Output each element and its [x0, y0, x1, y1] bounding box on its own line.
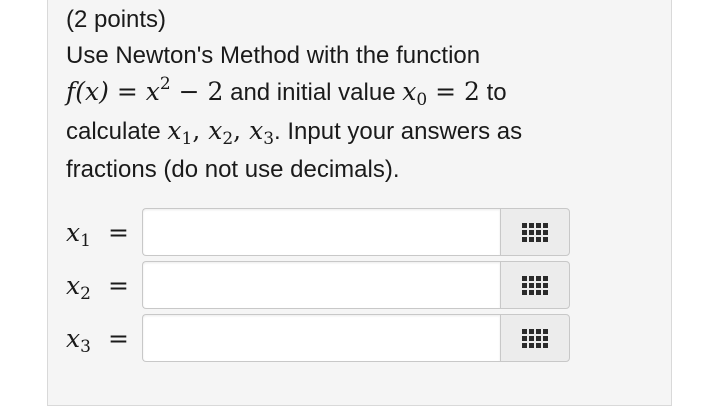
x1-sub: 1 — [181, 129, 193, 149]
answer-var: x — [66, 271, 81, 300]
grid-icon — [522, 222, 548, 242]
answer-equals: = — [108, 218, 129, 247]
answer-var: x — [66, 324, 81, 353]
answer-sub: 2 — [80, 284, 91, 304]
to-text: to — [479, 79, 507, 106]
problem-line-3: calculate x1, x2, x3. Input your answers… — [66, 113, 626, 152]
x3-sub: 3 — [263, 129, 275, 149]
calculate-text: calculate — [66, 118, 168, 145]
answer-input-x2[interactable] — [142, 261, 500, 309]
grid-icon — [522, 275, 548, 295]
answer-equals: = — [108, 324, 129, 353]
grid-icon — [522, 328, 548, 348]
x3-var: x — [249, 116, 264, 145]
exponent: 2 — [159, 74, 171, 94]
problem-statement: Use Newton's Method with the function f(… — [66, 38, 626, 188]
targets-expression: x1, x2, x3 — [167, 116, 275, 149]
answer-input-x3[interactable] — [142, 314, 500, 362]
x0-expression: x0 = 2 — [402, 77, 480, 110]
x2-var: x — [208, 116, 223, 145]
answer-label-x2: x2 = — [66, 271, 136, 304]
answer-label-x1: x1 = — [66, 218, 136, 251]
equation-palette-button-x3[interactable] — [500, 314, 570, 362]
x0-sub: 0 — [416, 90, 428, 110]
equation-palette-button-x2[interactable] — [500, 261, 570, 309]
x0-value: 2 — [464, 77, 480, 106]
x0-var: x — [402, 77, 417, 106]
problem-line-4: fractions (do not use decimals). — [66, 156, 400, 183]
answer-label-x3: x3 = — [66, 324, 136, 357]
function-name: f(x) — [66, 77, 109, 106]
equals-sign: = — [116, 77, 138, 106]
x0-equals: = — [435, 77, 457, 106]
minus-two: − 2 — [178, 77, 224, 106]
answer-var: x — [66, 218, 81, 247]
problem-line-1: Use Newton's Method with the function — [66, 42, 481, 69]
answer-sub: 1 — [80, 231, 91, 251]
problem-card: (2 points) Use Newton's Method with the … — [47, 0, 672, 406]
problem-line-2: f(x) = x2 − 2 and initial value x0 = 2 t… — [66, 74, 626, 113]
answer-equals: = — [108, 271, 129, 300]
answer-input-x1[interactable] — [142, 208, 500, 256]
initial-value-text: and initial value — [223, 79, 403, 106]
answer-sub: 3 — [80, 337, 91, 357]
x2-sub: 2 — [222, 129, 234, 149]
points-label: (2 points) — [66, 6, 167, 33]
x1-var: x — [167, 116, 182, 145]
equation-palette-button-x1[interactable] — [500, 208, 570, 256]
function-expression: f(x) = x2 − 2 — [66, 74, 224, 106]
input-instructions: . Input your answers as — [274, 118, 523, 145]
x-variable: x — [145, 77, 160, 106]
